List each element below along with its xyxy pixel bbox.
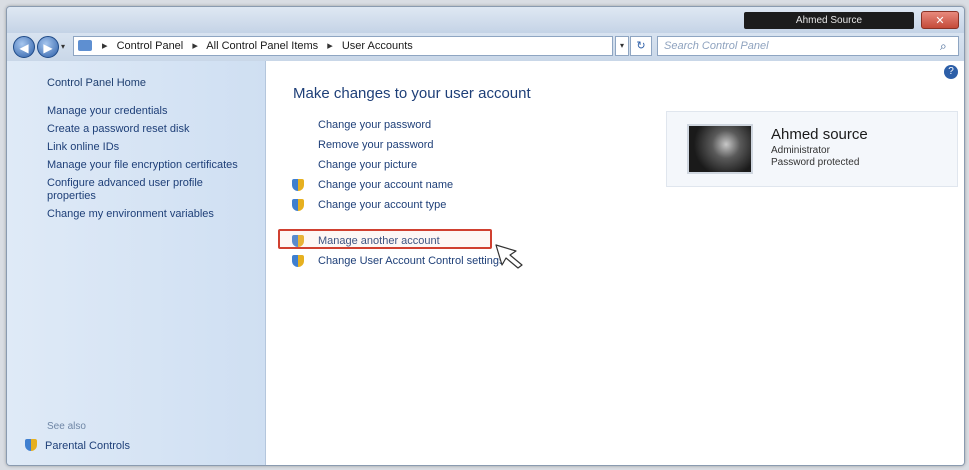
page-title: Make changes to your user account: [293, 85, 531, 102]
back-arrow-icon: ◀: [19, 41, 29, 55]
breadcrumb-user-accounts[interactable]: User Accounts: [342, 40, 413, 52]
task-label: Remove your password: [318, 139, 434, 151]
change-account-name-link[interactable]: Change your account name: [290, 177, 590, 197]
task-label: Change User Account Control settings: [318, 255, 505, 267]
address-bar[interactable]: ▸ Control Panel ▸ All Control Panel Item…: [73, 36, 613, 56]
change-picture-link[interactable]: Change your picture: [290, 157, 590, 177]
task-label: Change your picture: [318, 159, 418, 171]
uac-settings-link[interactable]: Change User Account Control settings: [290, 253, 590, 273]
sidebar-item-password-reset-disk[interactable]: Create a password reset disk: [47, 123, 247, 136]
sidebar-links: Manage your credentials Create a passwor…: [47, 105, 247, 226]
uac-shield-icon: [292, 179, 304, 191]
main-content: ? Make changes to your user account Chan…: [266, 61, 964, 465]
sidebar-item-file-encryption[interactable]: Manage your file encryption certificates: [47, 159, 247, 172]
close-button[interactable]: ✕: [921, 11, 959, 29]
sidebar-item-credentials[interactable]: Manage your credentials: [47, 105, 247, 118]
recent-pages-dropdown[interactable]: ▾: [61, 41, 71, 53]
task-label: Change your password: [318, 119, 432, 131]
forward-arrow-icon: ▶: [43, 41, 53, 55]
sidebar-item-profile-properties[interactable]: Configure advanced user profile properti…: [47, 177, 247, 203]
change-account-type-link[interactable]: Change your account type: [290, 197, 590, 217]
breadcrumb-separator: ▸: [192, 40, 198, 52]
account-card: Ahmed source Administrator Password prot…: [666, 111, 958, 187]
remove-password-link[interactable]: Remove your password: [290, 137, 590, 157]
parental-controls-label: Parental Controls: [45, 440, 130, 452]
forward-button[interactable]: ▶: [37, 36, 59, 58]
see-also-heading: See also: [47, 421, 86, 432]
control-panel-folder-icon: [78, 40, 92, 51]
title-bar: Ahmed Source ✕: [7, 7, 964, 33]
uac-shield-icon: [292, 255, 304, 267]
breadcrumb-separator: ▸: [327, 40, 333, 52]
search-input[interactable]: Search Control Panel ⌕: [657, 36, 959, 56]
account-role: Administrator: [771, 145, 830, 156]
control-panel-home-link[interactable]: Control Panel Home: [47, 77, 146, 89]
account-tasks: Change your password Remove your passwor…: [290, 117, 590, 273]
task-pane: Control Panel Home Manage your credentia…: [7, 61, 266, 465]
account-name: Ahmed source: [771, 126, 868, 143]
search-placeholder: Search Control Panel: [664, 40, 769, 52]
pointer-cursor-icon: [495, 244, 523, 269]
window-title: Ahmed Source: [744, 12, 914, 29]
uac-shield-icon: [292, 199, 304, 211]
refresh-button[interactable]: ↻: [630, 36, 652, 56]
navigation-bar: ◀ ▶ ▾ ▸ Control Panel ▸ All Control Pane…: [7, 33, 964, 61]
address-dropdown-button[interactable]: ▾: [615, 36, 629, 56]
breadcrumb-all-items[interactable]: All Control Panel Items: [206, 40, 318, 52]
help-icon[interactable]: ?: [944, 65, 958, 79]
parental-controls-icon: [25, 439, 37, 451]
back-button[interactable]: ◀: [13, 36, 35, 58]
change-password-link[interactable]: Change your password: [290, 117, 590, 137]
search-icon[interactable]: ⌕: [940, 39, 954, 53]
sidebar-item-online-ids[interactable]: Link online IDs: [47, 141, 247, 154]
task-label: Change your account type: [318, 199, 447, 211]
control-panel-window: Ahmed Source ✕ ◀ ▶ ▾ ▸ Control Panel ▸ A…: [6, 6, 965, 466]
highlight-box: [278, 229, 492, 249]
task-label: Change your account name: [318, 179, 454, 191]
avatar[interactable]: [687, 124, 753, 174]
breadcrumb-separator: ▸: [102, 40, 108, 52]
parental-controls-link[interactable]: Parental Controls: [25, 439, 130, 452]
sidebar-item-environment-variables[interactable]: Change my environment variables: [47, 208, 247, 221]
account-password-status: Password protected: [771, 157, 860, 168]
breadcrumb-control-panel[interactable]: Control Panel: [117, 40, 184, 52]
